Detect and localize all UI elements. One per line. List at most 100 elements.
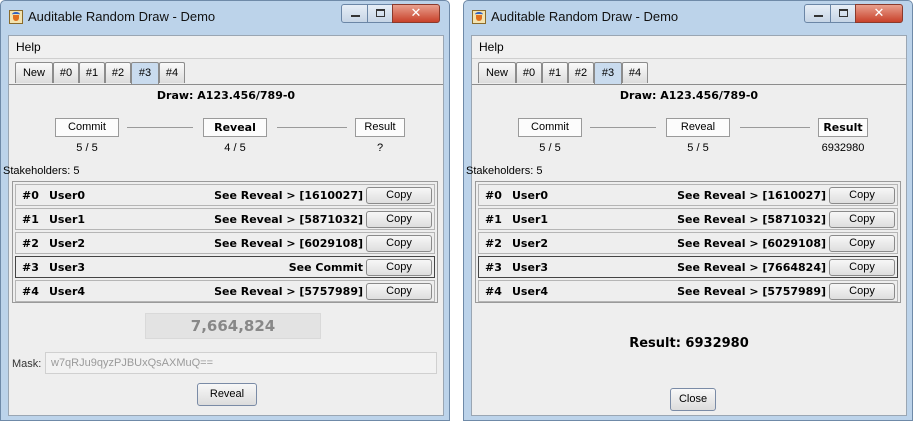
java-app-icon bbox=[9, 10, 23, 24]
menu-help[interactable]: Help bbox=[479, 40, 504, 54]
copy-button[interactable]: Copy bbox=[829, 283, 895, 300]
tab-new[interactable]: New bbox=[478, 62, 516, 83]
minimize-button[interactable] bbox=[804, 4, 831, 23]
revealed-value: 7,664,824 bbox=[145, 313, 321, 339]
tab-3[interactable]: #3 bbox=[131, 62, 159, 84]
menu-bar: Help bbox=[9, 36, 443, 59]
tab-0[interactable]: #0 bbox=[516, 62, 542, 83]
tab-4[interactable]: #4 bbox=[159, 62, 185, 83]
menu-bar: Help bbox=[472, 36, 906, 59]
copy-button[interactable]: Copy bbox=[366, 211, 432, 228]
copy-button[interactable]: Copy bbox=[829, 187, 895, 204]
maximize-button[interactable] bbox=[830, 4, 856, 23]
row-index: #2 bbox=[485, 237, 502, 250]
row-status: See Reveal > [7664824] bbox=[677, 261, 826, 274]
row-user: User4 bbox=[512, 285, 549, 298]
reveal-button[interactable]: Reveal bbox=[197, 383, 257, 406]
stakeholders-label: Stakeholders: 5 bbox=[466, 165, 543, 177]
row-index: #2 bbox=[22, 237, 39, 250]
java-app-icon bbox=[472, 10, 486, 24]
row-index: #1 bbox=[22, 213, 39, 226]
result-text: Result: 6932980 bbox=[629, 336, 749, 351]
maximize-button[interactable] bbox=[367, 4, 393, 23]
step-reveal: Reveal bbox=[203, 118, 267, 137]
tab-4[interactable]: #4 bbox=[622, 62, 648, 83]
tab-1[interactable]: #1 bbox=[542, 62, 568, 83]
title-bar[interactable]: Auditable Random Draw - Demo ✕ bbox=[1, 1, 449, 34]
close-button[interactable]: Close bbox=[670, 388, 716, 411]
row-status: See Reveal > [5757989] bbox=[677, 285, 826, 298]
draw-id: Draw: A123.456/789-0 bbox=[156, 89, 296, 102]
copy-button[interactable]: Copy bbox=[366, 283, 432, 300]
mask-field[interactable]: w7qRJu9qyzPJBUxQsAXMuQ== bbox=[45, 352, 437, 374]
stakeholder-row: #4 User4 See Reveal > [5757989] Copy bbox=[478, 280, 898, 302]
copy-button[interactable]: Copy bbox=[366, 235, 432, 252]
stakeholder-row-selected: #3 User3 See Reveal > [7664824] Copy bbox=[478, 256, 898, 278]
row-user: User2 bbox=[49, 237, 86, 250]
stakeholder-list: #0 User0 See Reveal > [1610027] Copy #1 … bbox=[12, 181, 438, 303]
step-commit: Commit bbox=[55, 118, 119, 137]
step-connector bbox=[740, 127, 810, 128]
minimize-icon bbox=[814, 15, 823, 17]
tab-2[interactable]: #2 bbox=[568, 62, 594, 83]
copy-button[interactable]: Copy bbox=[366, 259, 432, 276]
title-bar[interactable]: Auditable Random Draw - Demo ✕ bbox=[464, 1, 912, 34]
window-right: Auditable Random Draw - Demo ✕ Help New … bbox=[463, 0, 913, 421]
minimize-button[interactable] bbox=[341, 4, 368, 23]
tab-3[interactable]: #3 bbox=[594, 62, 622, 84]
copy-button[interactable]: Copy bbox=[829, 259, 895, 276]
stakeholder-row-selected: #3 User3 See Commit Copy bbox=[15, 256, 435, 278]
step-result: Result bbox=[355, 118, 405, 137]
row-user: User3 bbox=[512, 261, 549, 274]
tab-2[interactable]: #2 bbox=[105, 62, 131, 83]
row-status: See Reveal > [1610027] bbox=[677, 189, 826, 202]
stakeholder-row: #2 User2 See Reveal > [6029108] Copy bbox=[15, 232, 435, 254]
row-user: User0 bbox=[49, 189, 86, 202]
stakeholder-row: #1 User1 See Reveal > [5871032] Copy bbox=[15, 208, 435, 230]
draw-panel: Draw: A123.456/789-0 Commit Reveal Resul… bbox=[3, 85, 443, 415]
step-reveal: Reveal bbox=[666, 118, 730, 137]
stakeholder-list: #0 User0 See Reveal > [1610027] Copy #1 … bbox=[475, 181, 901, 303]
row-user: User1 bbox=[512, 213, 549, 226]
stakeholders-label: Stakeholders: 5 bbox=[3, 165, 80, 177]
row-index: #3 bbox=[22, 261, 39, 274]
close-window-button[interactable]: ✕ bbox=[392, 4, 440, 23]
copy-button[interactable]: Copy bbox=[829, 211, 895, 228]
draw-panel: Draw: A123.456/789-0 Commit Reveal Resul… bbox=[466, 85, 906, 415]
window-left: Auditable Random Draw - Demo ✕ Help New … bbox=[0, 0, 450, 421]
step-connector bbox=[590, 127, 656, 128]
row-status: See Reveal > [5757989] bbox=[214, 285, 363, 298]
row-index: #3 bbox=[485, 261, 502, 274]
mask-label: Mask: bbox=[12, 358, 42, 370]
stakeholder-row: #1 User1 See Reveal > [5871032] Copy bbox=[478, 208, 898, 230]
copy-button[interactable]: Copy bbox=[829, 235, 895, 252]
row-status: See Reveal > [5871032] bbox=[677, 213, 826, 226]
client-area: Help New #0 #1 #2 #3 #4 Draw: A123.456/7… bbox=[3, 35, 444, 416]
tab-0[interactable]: #0 bbox=[53, 62, 79, 83]
close-window-button[interactable]: ✕ bbox=[855, 4, 903, 23]
stakeholder-row: #4 User4 See Reveal > [5757989] Copy bbox=[15, 280, 435, 302]
row-status: See Reveal > [1610027] bbox=[214, 189, 363, 202]
result-value: 6932980 bbox=[821, 142, 865, 154]
row-index: #0 bbox=[485, 189, 502, 202]
row-index: #0 bbox=[22, 189, 39, 202]
row-user: User0 bbox=[512, 189, 549, 202]
step-connector bbox=[127, 127, 193, 128]
maximize-icon bbox=[376, 9, 385, 17]
row-user: User4 bbox=[49, 285, 86, 298]
row-index: #1 bbox=[485, 213, 502, 226]
close-icon: ✕ bbox=[410, 6, 422, 21]
reveal-count: 4 / 5 bbox=[224, 142, 246, 154]
minimize-icon bbox=[351, 15, 360, 17]
copy-button[interactable]: Copy bbox=[366, 187, 432, 204]
step-connector bbox=[277, 127, 347, 128]
stakeholder-row: #0 User0 See Reveal > [1610027] Copy bbox=[478, 184, 898, 206]
commit-count: 5 / 5 bbox=[76, 142, 98, 154]
menu-help[interactable]: Help bbox=[16, 40, 41, 54]
tab-new[interactable]: New bbox=[15, 62, 53, 83]
window-title: Auditable Random Draw - Demo bbox=[28, 9, 216, 24]
tab-1[interactable]: #1 bbox=[79, 62, 105, 83]
row-status: See Reveal > [6029108] bbox=[677, 237, 826, 250]
close-icon: ✕ bbox=[873, 6, 885, 21]
draw-id: Draw: A123.456/789-0 bbox=[619, 89, 759, 102]
